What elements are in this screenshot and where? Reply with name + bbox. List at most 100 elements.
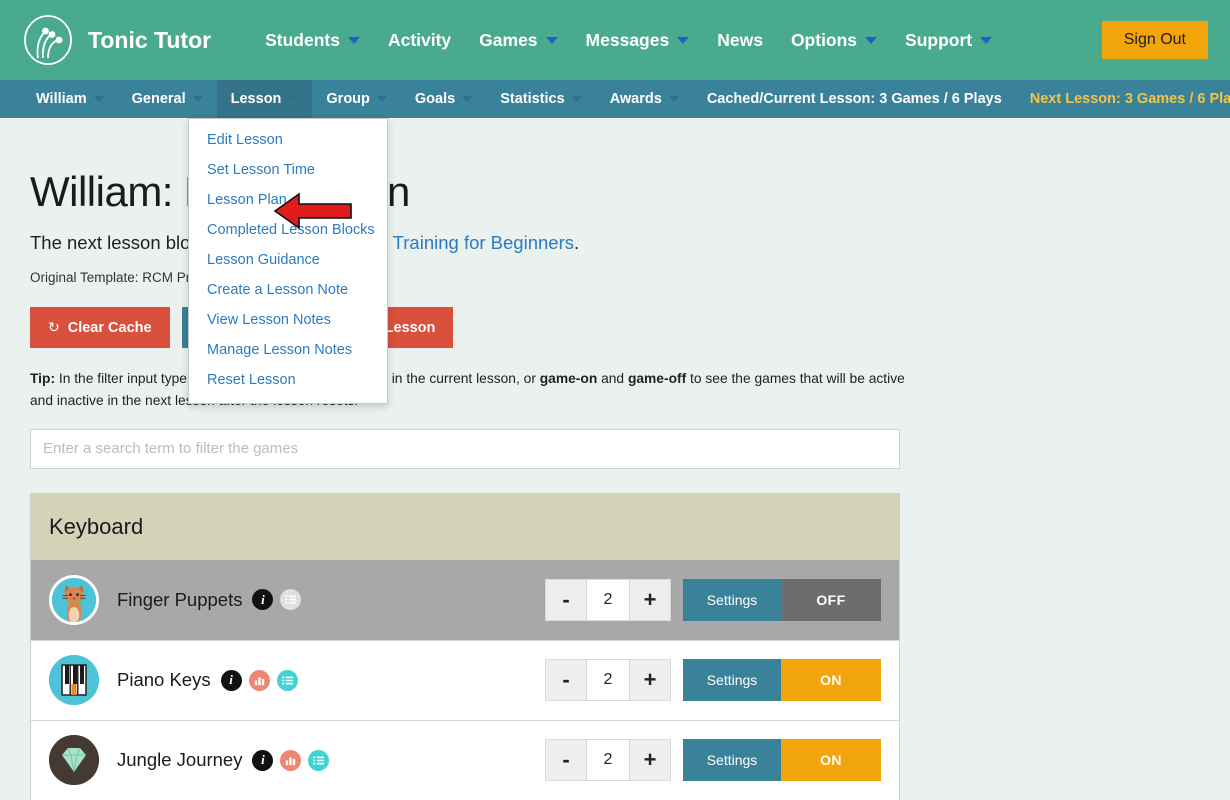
increment-button[interactable]: + <box>629 579 671 621</box>
lead-prefix: The next lesson block <box>30 232 214 253</box>
chevron-down-icon <box>865 37 877 44</box>
diamond-avatar-icon <box>49 735 99 785</box>
menu-item-lesson-guidance[interactable]: Lesson Guidance <box>189 245 387 275</box>
info-icon[interactable]: i <box>221 670 242 691</box>
subnav-item-lesson[interactable]: Lesson <box>217 80 313 118</box>
game-name: Finger Puppets <box>117 589 242 611</box>
subnav-item-label: Statistics <box>500 91 564 107</box>
chevron-down-icon <box>288 96 298 102</box>
table-row[interactable]: Finger Puppets i - 2 + Settings OFF <box>31 560 899 640</box>
menu-item-set-lesson-time[interactable]: Set Lesson Time <box>189 155 387 185</box>
decrement-button[interactable]: - <box>545 579 587 621</box>
nav-item-support[interactable]: Support <box>891 30 1006 51</box>
list-icon[interactable] <box>277 670 298 691</box>
nav-item-students[interactable]: Students <box>251 30 374 51</box>
chevron-down-icon <box>377 96 387 102</box>
chevron-down-icon <box>546 37 558 44</box>
tip-text-3: and <box>597 371 628 386</box>
menu-item-completed-lesson-blocks[interactable]: Completed Lesson Blocks <box>189 215 387 245</box>
subnav-item-label: Goals <box>415 91 455 107</box>
settings-button[interactable]: Settings <box>683 579 781 621</box>
table-row[interactable]: Piano Keys i - 2 + Settings ON <box>31 640 899 720</box>
settings-button[interactable]: Settings <box>683 659 781 701</box>
nav-item-label: Messages <box>586 30 670 51</box>
nav-item-label: News <box>717 30 763 51</box>
student-sub-navigation-bar: William General Lesson Group Goals Stati… <box>0 80 1230 118</box>
settings-button[interactable]: Settings <box>683 739 781 781</box>
increment-button[interactable]: + <box>629 739 671 781</box>
status-next-lesson: Next Lesson: 3 Games / 6 Plays <box>1016 80 1230 118</box>
game-name: Piano Keys <box>117 669 211 691</box>
play-count-value: 2 <box>587 659 629 701</box>
toggle-state-button[interactable]: ON <box>781 659 881 701</box>
nav-item-activity[interactable]: Activity <box>374 30 465 51</box>
chevron-down-icon <box>348 37 360 44</box>
brand-title[interactable]: Tonic Tutor <box>88 27 211 54</box>
statistics-icon[interactable] <box>249 670 270 691</box>
subnav-item-label: General <box>132 91 186 107</box>
tip-text-1: In the filter input type <box>55 371 191 386</box>
chevron-down-icon <box>193 96 203 102</box>
subnav-item-group[interactable]: Group <box>312 80 401 118</box>
main-content: William: Lesson Plan The next lesson blo… <box>0 168 1230 800</box>
nav-item-label: Games <box>479 30 537 51</box>
list-icon[interactable] <box>308 750 329 771</box>
subnav-item-general[interactable]: General <box>118 80 217 118</box>
tip-bold-game-on: game-on <box>540 371 598 386</box>
nav-item-label: Students <box>265 30 340 51</box>
game-name: Jungle Journey <box>117 749 242 771</box>
menu-item-create-a-lesson-note[interactable]: Create a Lesson Note <box>189 275 387 305</box>
increment-button[interactable]: + <box>629 659 671 701</box>
play-count-stepper: - 2 + <box>545 579 671 621</box>
play-count-stepper: - 2 + <box>545 659 671 701</box>
lead-suffix: . <box>574 232 579 253</box>
chevron-down-icon <box>980 37 992 44</box>
tonic-tutor-logo-icon[interactable] <box>22 14 74 66</box>
nav-item-label: Options <box>791 30 857 51</box>
search-input[interactable] <box>30 429 900 469</box>
chevron-down-icon <box>669 96 679 102</box>
sign-out-button[interactable]: Sign Out <box>1102 21 1208 59</box>
tip-label: Tip: <box>30 371 55 386</box>
nav-item-news[interactable]: News <box>703 30 777 51</box>
subnav-item-label: Lesson <box>231 91 282 107</box>
nav-item-label: Support <box>905 30 972 51</box>
subnav-item-label: Group <box>326 91 370 107</box>
nav-item-messages[interactable]: Messages <box>572 30 704 51</box>
table-row[interactable]: Jungle Journey i - 2 + Settings ON <box>31 720 899 800</box>
play-count-value: 2 <box>587 739 629 781</box>
subnav-item-goals[interactable]: Goals <box>401 80 486 118</box>
decrement-button[interactable]: - <box>545 659 587 701</box>
menu-item-manage-lesson-notes[interactable]: Manage Lesson Notes <box>189 335 387 365</box>
refresh-icon: ↻ <box>48 319 60 336</box>
chevron-down-icon <box>462 96 472 102</box>
toggle-state-button[interactable]: ON <box>781 739 881 781</box>
clear-cache-button[interactable]: ↻ Clear Cache <box>30 307 170 348</box>
nav-item-games[interactable]: Games <box>465 30 571 51</box>
menu-item-edit-lesson[interactable]: Edit Lesson <box>189 125 387 155</box>
chevron-down-icon <box>94 96 104 102</box>
top-nav-items: Students Activity Games Messages News Op… <box>251 30 1006 51</box>
info-icon[interactable]: i <box>252 750 273 771</box>
nav-item-options[interactable]: Options <box>777 30 891 51</box>
chevron-down-icon <box>677 37 689 44</box>
decrement-button[interactable]: - <box>545 739 587 781</box>
menu-item-view-lesson-notes[interactable]: View Lesson Notes <box>189 305 387 335</box>
lesson-dropdown-menu: Edit Lesson Set Lesson Time Lesson Plan … <box>188 118 388 404</box>
lesson-block-link[interactable]: Ear Training for Beginners <box>359 232 574 253</box>
play-count-value: 2 <box>587 579 629 621</box>
statistics-icon[interactable] <box>280 750 301 771</box>
toggle-state-button[interactable]: OFF <box>781 579 881 621</box>
menu-item-lesson-plan[interactable]: Lesson Plan <box>189 185 387 215</box>
game-badges: i <box>221 670 298 691</box>
subnav-item-william[interactable]: William <box>22 80 118 118</box>
list-icon[interactable] <box>280 589 301 610</box>
subnav-item-awards[interactable]: Awards <box>596 80 693 118</box>
nav-item-label: Activity <box>388 30 451 51</box>
subnav-item-label: Awards <box>610 91 662 107</box>
keyboard-games-panel: Keyboard Finger Puppets i <box>30 493 900 800</box>
info-icon[interactable]: i <box>252 589 273 610</box>
menu-item-reset-lesson[interactable]: Reset Lesson <box>189 365 387 395</box>
subnav-item-statistics[interactable]: Statistics <box>486 80 595 118</box>
tip-text: Tip: In the filter input type cached to … <box>30 368 905 413</box>
